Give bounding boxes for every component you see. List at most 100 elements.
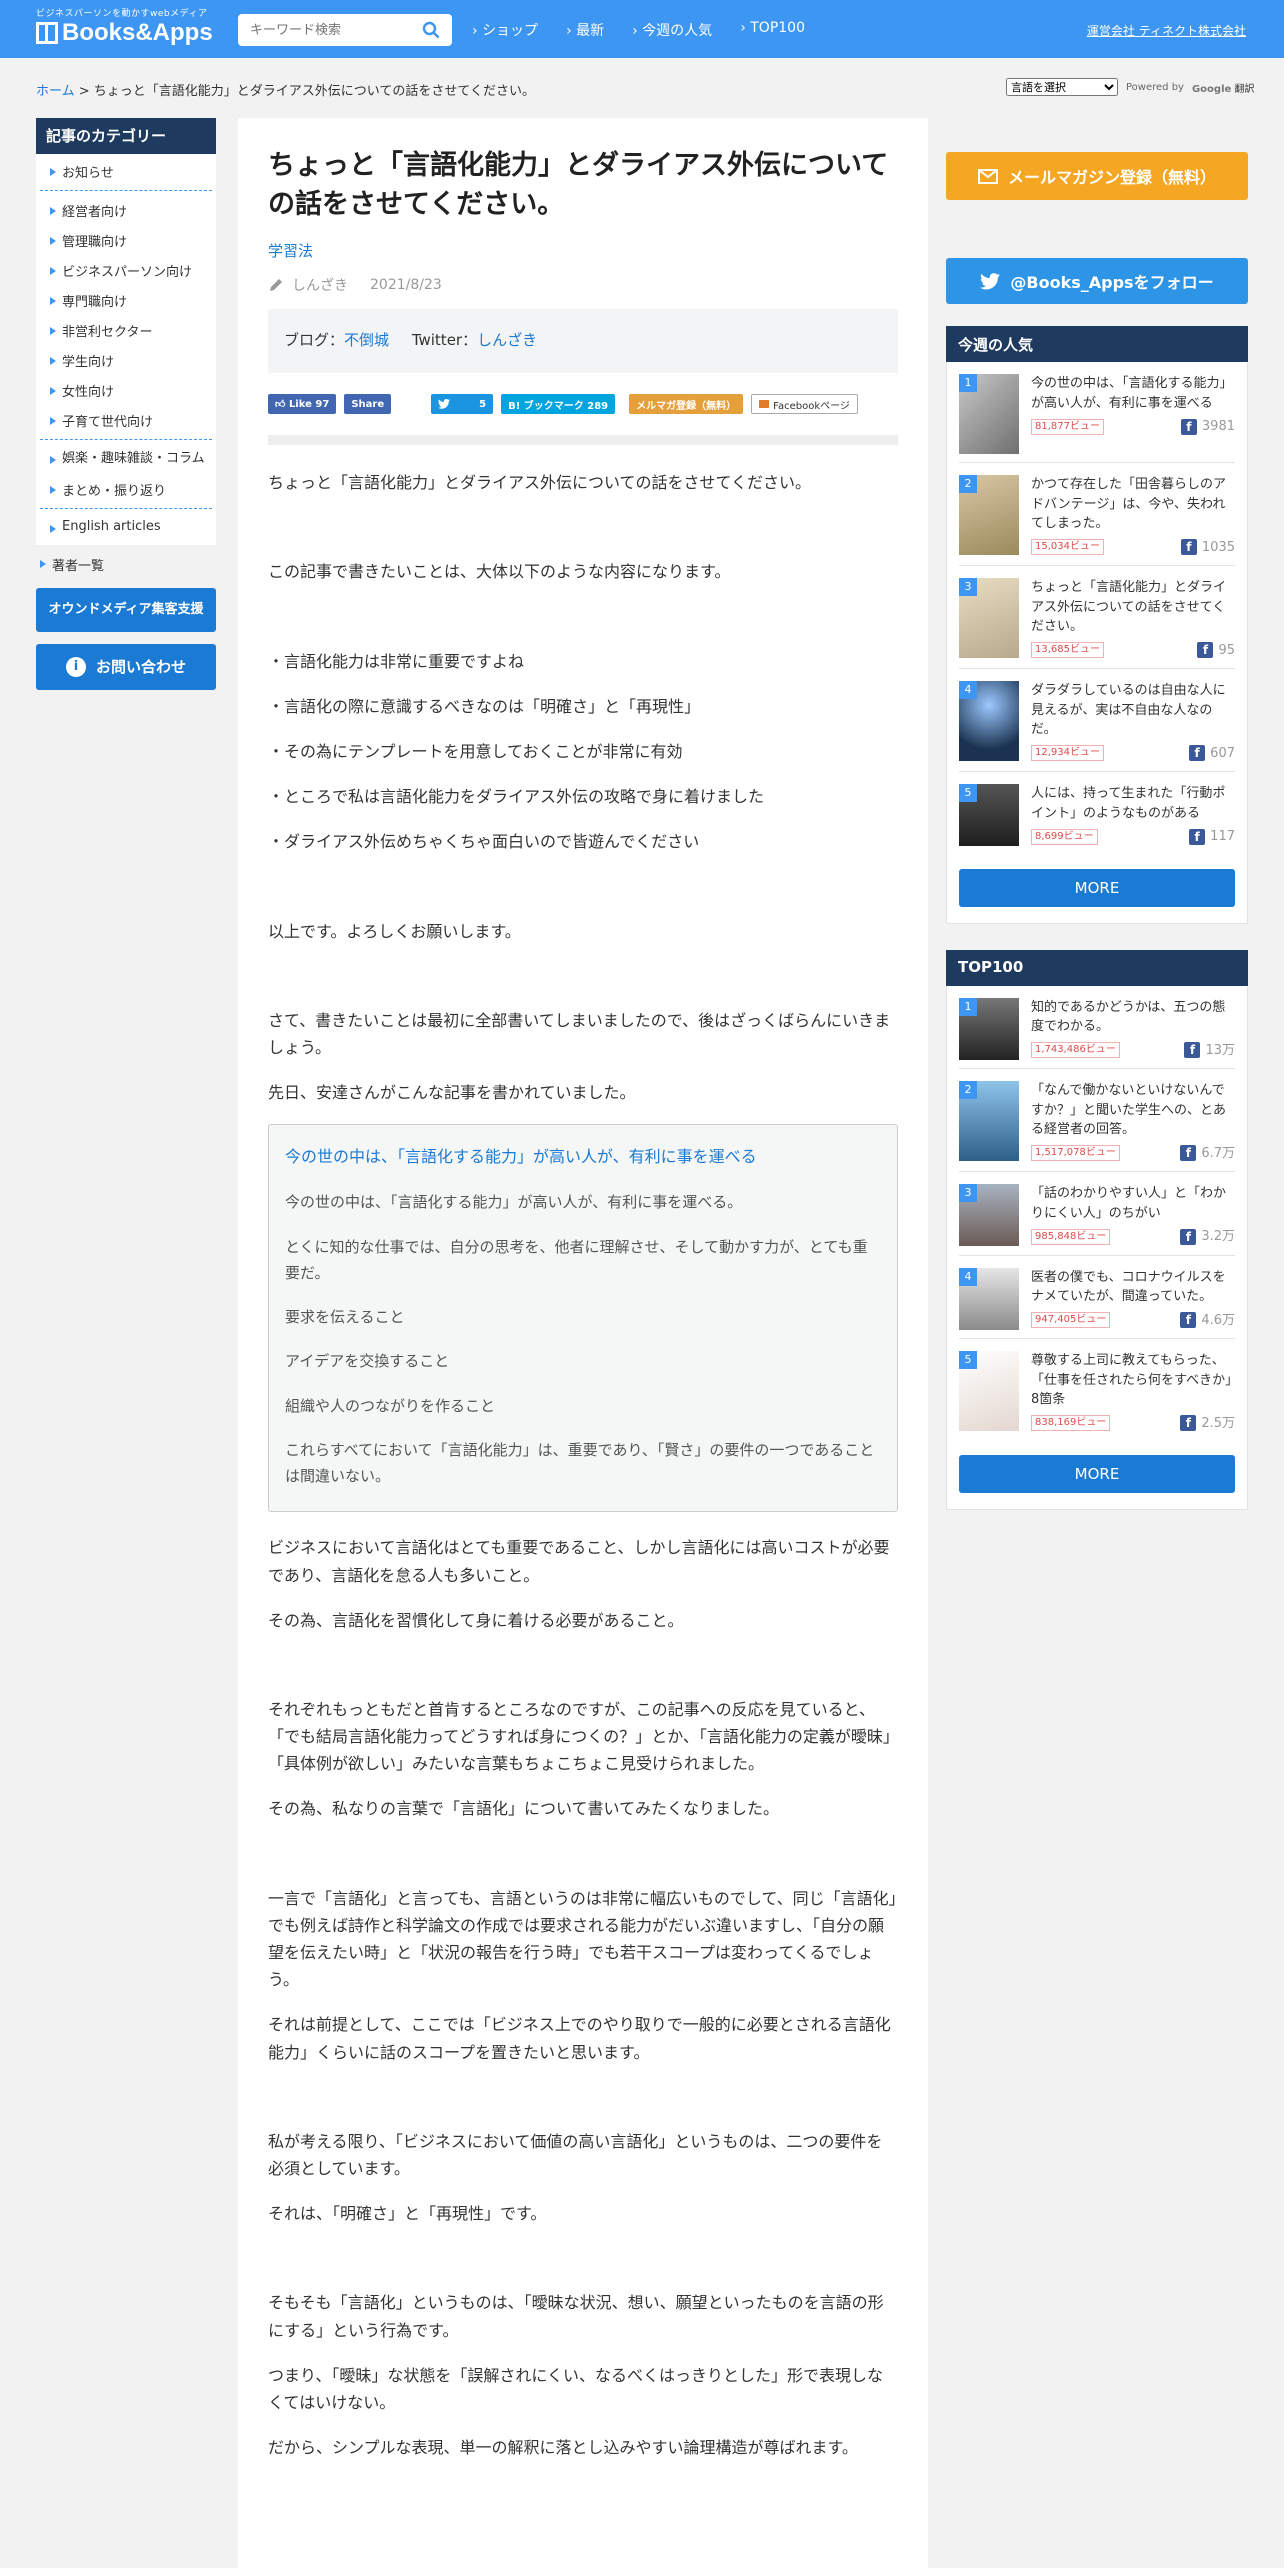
site-logo[interactable]: ビジネスパーソンを動かすwebメディア Books&Apps	[36, 6, 213, 47]
search-icon[interactable]	[422, 21, 440, 39]
nav-shop[interactable]: ショップ	[472, 20, 538, 40]
ranking-title: 「なんで働かないといけないんですか？」と聞いた学生への、とある経営者の回答。	[1031, 1083, 1227, 1137]
social-buttons: 👍︎ Like 97 Share 5 B! ブックマーク 289 メルマガ登録（…	[268, 393, 898, 415]
article-thumbnail: 3	[959, 578, 1019, 658]
ranking-item[interactable]: 3 「話のわかりやすい人」と「わかりにくい人」のちがい 985,848ビュー f 3.2…	[959, 1172, 1235, 1256]
top100-more-button[interactable]: MORE	[959, 1455, 1235, 1493]
mailmag-button[interactable]: メルマガ登録（無料）	[629, 394, 744, 415]
twitter-link[interactable]: しんざき	[477, 331, 537, 349]
translate-widget: 言語を選択 Powered by Google 翻訳	[1006, 78, 1254, 96]
facebook-page-label: Facebookページ	[773, 400, 850, 412]
facebook-page-button[interactable]: Facebookページ	[751, 394, 858, 415]
ranking-item[interactable]: 1 知的であるかどうかは、五つの態度でわかる。 1,743,486ビュー f 13万	[959, 986, 1235, 1069]
category-news[interactable]: お知らせ	[36, 156, 216, 186]
right-sidebar: メールマガジン登録（無料） @Books_Appsをフォロー 今週の人気 1 今の…	[946, 152, 1248, 1510]
ranking-title: 知的であるかどうかは、五つの態度でわかる。	[1031, 999, 1226, 1035]
article-thumbnail: 4	[959, 1267, 1019, 1330]
divider	[40, 190, 212, 191]
search-input[interactable]	[238, 14, 408, 46]
contact-button[interactable]: i お問い合わせ	[36, 643, 216, 690]
category-students[interactable]: 学生向け	[36, 345, 216, 375]
article-title: ちょっと「言語化能力」とダライアス外伝についての話をさせてください。	[268, 150, 889, 221]
operator-link[interactable]: 運営会社 ティネクト株式会社	[1087, 22, 1246, 39]
ranking-item[interactable]: 5 尊敬する上司に教えてもらった、「仕事を任されたら何をすべきか」8箇条 838,1…	[959, 1339, 1235, 1441]
category-entertainment[interactable]: 娯楽・趣味雑談・コラム	[36, 444, 216, 474]
category-nonprofit[interactable]: 非営利セクター	[36, 315, 216, 345]
paragraph: 私が考える限り、「ビジネスにおいて価値の高い言語化」というものは、二つの要件を必…	[268, 2131, 883, 2178]
left-sidebar: 記事のカテゴリー お知らせ 経営者向け 管理職向け ビジネスパーソン向け 専門職…	[36, 118, 216, 690]
ranking-item[interactable]: 1 今の世の中は、「言語化する能力」が高い人が、有利に事を運べる 81,877ビュー…	[959, 362, 1235, 463]
rank-badge: 5	[959, 784, 977, 802]
ranking-title: 人には、持って生まれた「行動ポイント」のようなものがある	[1031, 786, 1226, 821]
view-count: 947,405ビュー	[1031, 1312, 1111, 1329]
fb-like-count: Like 97	[288, 398, 330, 410]
weekly-more-button[interactable]: MORE	[959, 868, 1235, 907]
ranking-title: 今の世の中は、「言語化する能力」が高い人が、有利に事を運べる	[1031, 376, 1233, 411]
category-summary[interactable]: まとめ・振り返り	[36, 474, 216, 504]
nav-top100[interactable]: TOP100	[740, 20, 805, 40]
top100-ranking: TOP100 1 知的であるかどうかは、五つの態度でわかる。 1,743,486ビュ…	[946, 949, 1248, 1510]
blog-link[interactable]: 不倒城	[344, 331, 389, 349]
nav-latest[interactable]: 最新	[566, 20, 604, 40]
category-executives[interactable]: 経営者向け	[36, 195, 216, 225]
weekly-list: 1 今の世の中は、「言語化する能力」が高い人が、有利に事を運べる 81,877ビュー…	[946, 362, 1248, 924]
facebook-icon: f	[1180, 1228, 1197, 1245]
twitter-bird-icon	[980, 272, 1001, 289]
view-count: 1,517,078ビュー	[1031, 1145, 1120, 1162]
authors-link[interactable]: 著者一覧	[36, 545, 216, 582]
category-business[interactable]: ビジネスパーソン向け	[36, 255, 216, 285]
ranking-item[interactable]: 4 医者の僕でも、コロナウイルスをナメていたが、間違っていた。 947,405ビュー…	[959, 1256, 1235, 1339]
fb-like-button[interactable]: 👍︎ Like 97	[268, 394, 337, 415]
bullet-item: ・その為にテンプレートを用意しておくことが非常に有効	[268, 742, 683, 762]
language-select[interactable]: 言語を選択	[1006, 78, 1118, 96]
fb-count: 1035	[1201, 539, 1235, 555]
breadcrumb-home[interactable]: ホーム	[36, 84, 75, 99]
article-thumbnail: 4	[959, 681, 1019, 761]
owned-media-button[interactable]: オウンドメディア集客支援	[36, 587, 216, 632]
category-heading: 記事のカテゴリー	[36, 118, 216, 154]
newsletter-button[interactable]: メールマガジン登録（無料）	[946, 152, 1248, 200]
divider	[40, 439, 212, 440]
article-thumbnail: 2	[959, 475, 1019, 555]
category-professionals[interactable]: 専門職向け	[36, 285, 216, 315]
ranking-item[interactable]: 3 ちょっと「言語化能力」とダライアス外伝についての話をさせてください。 13,68…	[959, 566, 1235, 669]
quote-link[interactable]: 今の世の中は、「言語化する能力」が高い人が、有利に事を運べる	[285, 1147, 757, 1166]
tweet-button[interactable]: 5	[431, 394, 494, 415]
ranking-item[interactable]: 4 ダラダラしているのは自由な人に見えるが、実は不自由な人なのだ。 12,934ビュ…	[959, 669, 1235, 772]
author-box: ブログ：不倒城 Twitter：しんざき	[268, 309, 898, 374]
nav-weekly[interactable]: 今週の人気	[632, 20, 712, 40]
top100-heading: TOP100	[946, 949, 1248, 986]
category-managers[interactable]: 管理職向け	[36, 225, 216, 255]
paragraph: だから、シンプルな表現、単一の解釈に落とし込みやすい論理構造が尊ばれます。	[268, 2438, 858, 2458]
paragraph: つまり、「曖昧」な状態を「誤解されにくい、なるべくはっきりとした」形で表現しなく…	[268, 2365, 884, 2412]
weekly-ranking: 今週の人気 1 今の世の中は、「言語化する能力」が高い人が、有利に事を運べる 81,…	[946, 326, 1248, 924]
thumb-icon: 👍︎	[275, 399, 286, 411]
view-count: 838,169ビュー	[1031, 1415, 1111, 1432]
logo-icon	[36, 22, 58, 44]
view-count: 1,743,486ビュー	[1031, 1042, 1120, 1059]
article-category[interactable]: 学習法	[268, 240, 313, 261]
quote-line: これらすべてにおいて「言語化能力」は、重要であり、「賢さ」の要件の一つであること…	[285, 1440, 875, 1486]
ranking-title: 尊敬する上司に教えてもらった、「仕事を任されたら何をすべきか」8箇条	[1031, 1353, 1232, 1407]
ranking-item[interactable]: 2 かつて存在した「田舎暮らしのアドバンテージ」は、今や、失われてしまった。 15,…	[959, 463, 1235, 566]
ranking-item[interactable]: 5 人には、持って生まれた「行動ポイント」のようなものがある 8,699ビュー f 11…	[959, 772, 1235, 855]
ranking-item[interactable]: 2 「なんで働かないといけないんですか？」と聞いた学生への、とある経営者の回答。 1…	[959, 1069, 1235, 1172]
ranking-title: 「話のわかりやすい人」と「わかりにくい人」のちがい	[1031, 1186, 1227, 1221]
view-count: 8,699ビュー	[1031, 828, 1098, 845]
fb-count: 95	[1218, 642, 1235, 658]
category-parents[interactable]: 子育て世代向け	[36, 405, 216, 435]
quote-box: 今の世の中は、「言語化する能力」が高い人が、有利に事を運べる 今の世の中は、「言…	[268, 1124, 898, 1513]
twitter-follow-button[interactable]: @Books_Appsをフォロー	[946, 258, 1248, 304]
author-link[interactable]: しんざき	[292, 275, 348, 295]
category-women[interactable]: 女性向け	[36, 375, 216, 405]
paragraph: その為、言語化を習慣化して身に着ける必要があること。	[268, 1610, 684, 1630]
rank-badge: 1	[959, 374, 977, 392]
logo-text: Books&Apps	[62, 19, 213, 46]
article-thumbnail: 5	[959, 784, 1019, 846]
rank-badge: 2	[959, 1081, 977, 1099]
category-english[interactable]: English articles	[36, 513, 216, 543]
fb-share-button[interactable]: Share	[344, 394, 392, 415]
paragraph: それは前提として、ここでは「ビジネス上でのやり取りで一般的に必要とされる言語化能…	[268, 2015, 891, 2062]
hatena-button[interactable]: B! ブックマーク 289	[501, 394, 616, 415]
translate-label[interactable]: 翻訳	[1234, 84, 1254, 95]
